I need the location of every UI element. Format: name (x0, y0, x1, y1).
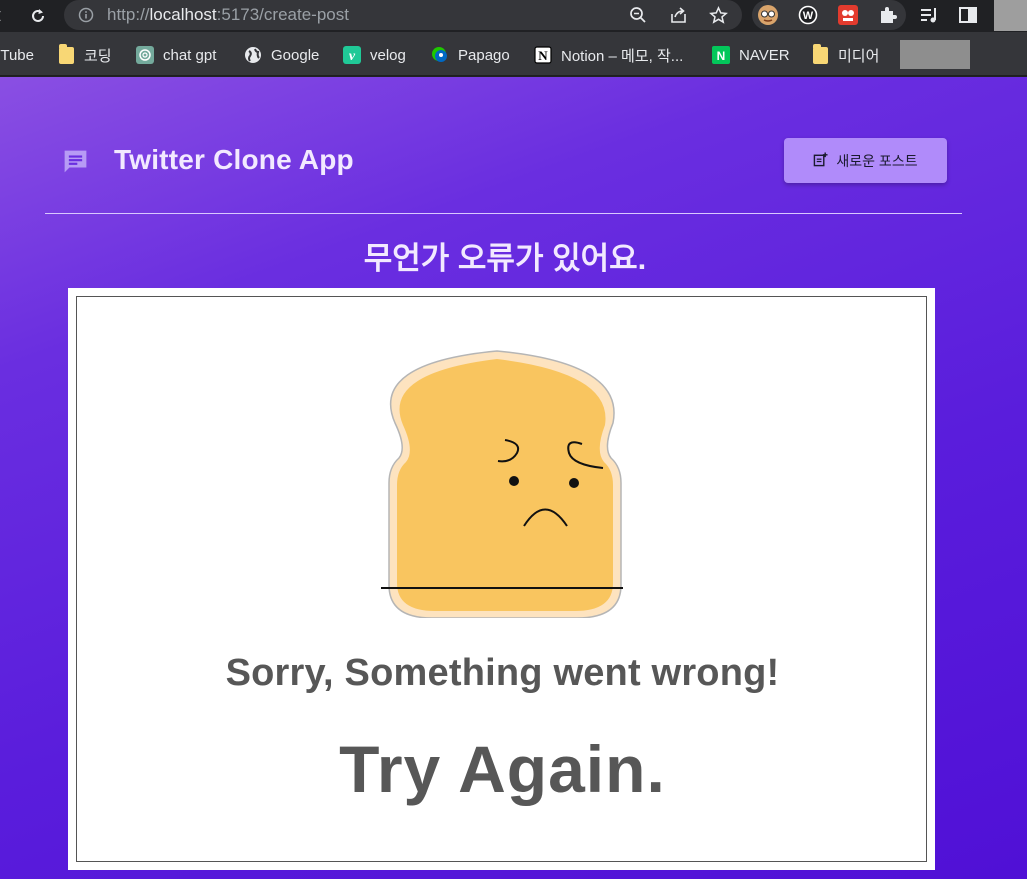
new-post-label: 새로운 포스트 (836, 152, 918, 169)
reload-icon[interactable] (26, 4, 50, 28)
bookmark-label: velog (370, 46, 406, 64)
bookmark-item[interactable]: Papago (431, 44, 510, 66)
address-bar[interactable]: http://localhost:5173/create-post (64, 0, 742, 30)
svg-text:v: v (349, 49, 356, 64)
chatgpt-icon (136, 46, 154, 64)
app-root: Twitter Clone App 새로운 포스트 무언가 오류가 있어요. S… (0, 77, 1027, 879)
bookmark-label: Papago (458, 46, 510, 64)
url-prefix: http:// (107, 5, 150, 24)
bookmark-item[interactable]: Google (244, 44, 319, 66)
folder-icon (57, 43, 75, 64)
media-control-icon[interactable] (918, 3, 942, 27)
back-arrow-icon[interactable] (0, 4, 10, 28)
url-path: :5173/create-post (216, 5, 349, 24)
error-image-frame: Sorry, Something went wrong! Try Again. (76, 296, 927, 862)
extensions-group: W (752, 0, 906, 30)
bookmark-item[interactable]: 미디어 (811, 43, 880, 66)
error-image-line1: Sorry, Something went wrong! (225, 652, 780, 694)
notion-icon: N (534, 46, 552, 64)
bookmark-label: Notion – 메모, 작... (561, 47, 684, 65)
post-add-icon (813, 151, 828, 170)
bookmark-placeholder[interactable] (900, 40, 970, 69)
folder-icon (811, 43, 829, 64)
site-info-icon[interactable] (78, 7, 94, 28)
bookmark-item[interactable]: 코딩 (57, 43, 112, 66)
bookmark-label: NAVER (739, 46, 790, 64)
bookmarks-bar: nTube 코딩 chat gpt Google v velog Papago … (0, 32, 1027, 76)
bookmark-label: nTube (0, 46, 34, 64)
bookmark-label: Google (271, 46, 320, 64)
app-title[interactable]: Twitter Clone App (114, 144, 354, 176)
bookmark-item[interactable]: v velog (343, 44, 406, 66)
bookmark-star-icon[interactable] (707, 4, 729, 26)
svg-text:N: N (717, 49, 726, 63)
extension-avatar-icon[interactable] (756, 3, 780, 27)
bookmark-label: 미디어 (838, 47, 880, 65)
bookmark-item[interactable]: N NAVER (712, 44, 790, 66)
side-panel-icon[interactable] (956, 3, 980, 27)
svg-text:W: W (803, 10, 814, 22)
extension-w-icon[interactable]: W (796, 3, 820, 27)
new-post-button[interactable]: 새로운 포스트 (784, 138, 947, 183)
error-image: Sorry, Something went wrong! Try Again. (68, 288, 935, 870)
error-image-line2: Try Again. (339, 732, 666, 806)
velog-icon: v (343, 46, 361, 64)
naver-icon: N (712, 46, 730, 64)
browser-toolbar: http://localhost:5173/create-post W (0, 0, 1027, 32)
url-host: localhost (149, 5, 217, 24)
svg-text:N: N (538, 48, 548, 63)
profile-avatar[interactable] (994, 0, 1027, 31)
bookmark-item[interactable]: chat gpt (136, 44, 216, 66)
header-divider (45, 213, 962, 214)
zoom-icon[interactable] (627, 4, 649, 26)
globe-icon (244, 46, 262, 64)
bookmark-label: 코딩 (84, 47, 112, 65)
extension-red-icon[interactable] (836, 3, 860, 27)
sad-toast-icon (381, 350, 623, 618)
bookmark-item[interactable]: nTube (0, 44, 34, 66)
bookmark-item[interactable]: N Notion – 메모, 작... (534, 44, 683, 66)
extensions-puzzle-icon[interactable] (876, 3, 900, 27)
papago-icon (431, 46, 449, 64)
share-icon[interactable] (668, 4, 690, 26)
address-url[interactable]: http://localhost:5173/create-post (107, 5, 349, 25)
error-heading: 무언가 오류가 있어요. (363, 241, 647, 276)
chat-bubble-icon (61, 147, 90, 181)
bookmark-label: chat gpt (163, 46, 217, 64)
